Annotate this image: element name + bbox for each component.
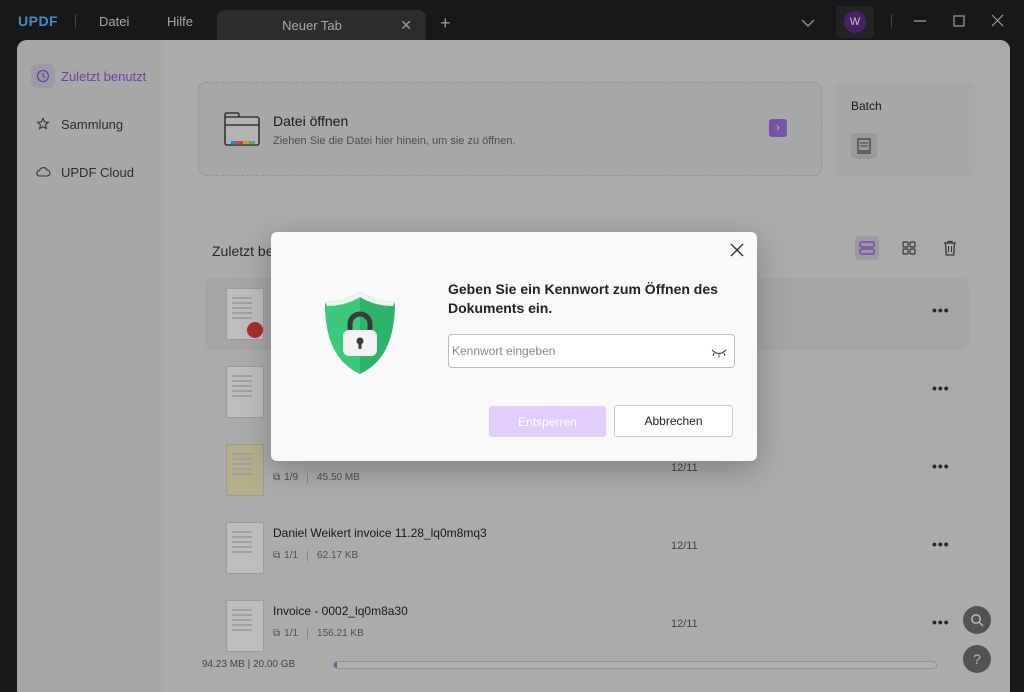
dialog-title: Geben Sie ein Kennwort zum Öffnen des Do…	[448, 281, 718, 316]
cancel-button[interactable]: Abbrechen	[614, 405, 733, 437]
close-icon[interactable]	[729, 242, 745, 258]
unlock-button[interactable]: Entsperren	[489, 406, 606, 437]
password-dialog: Geben Sie ein Kennwort zum Öffnen des Do…	[271, 232, 757, 461]
eye-closed-icon[interactable]	[711, 345, 727, 363]
password-input[interactable]	[448, 334, 735, 368]
shield-lock-icon	[321, 288, 399, 383]
